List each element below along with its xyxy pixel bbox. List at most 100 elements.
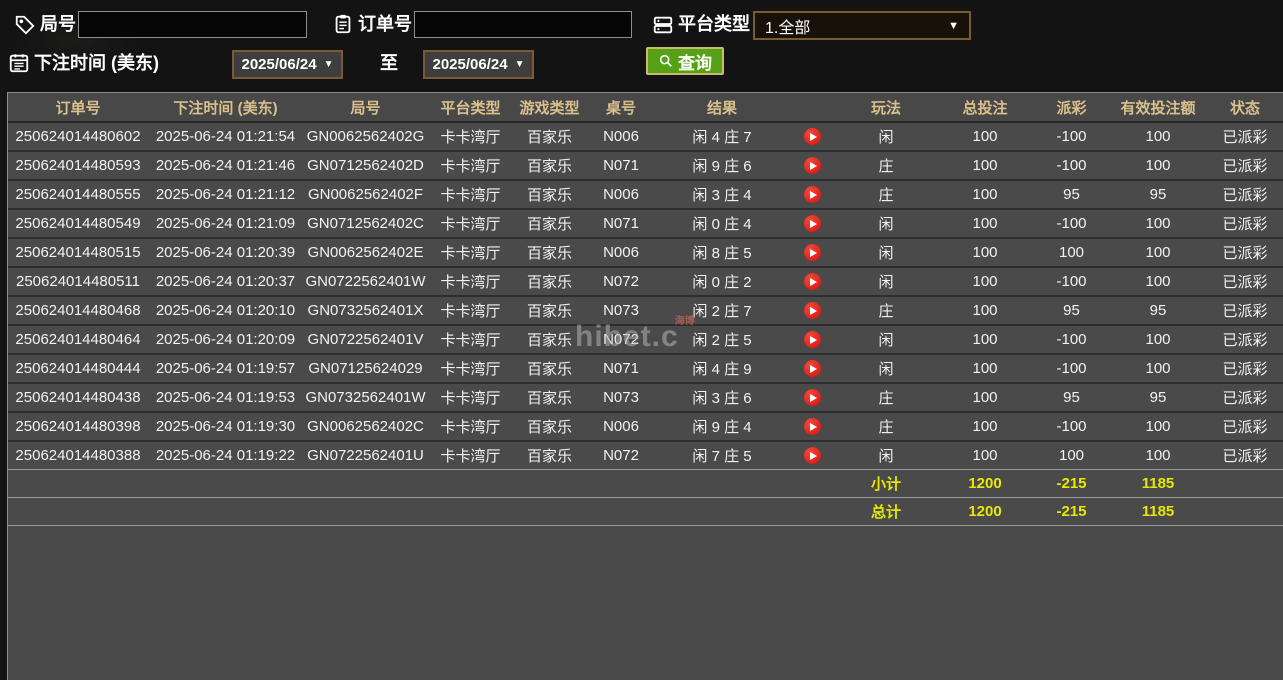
table-row: 250624014480468 2025-06-24 01:20:10 GN07… xyxy=(8,295,1283,325)
cell-valid-bet: 100 xyxy=(1109,411,1207,441)
cell-valid-bet: 95 xyxy=(1109,295,1207,325)
cell-bet-time: 2025-06-24 01:20:39 xyxy=(148,237,303,267)
cell-bet-time: 2025-06-24 01:20:10 xyxy=(148,295,303,325)
cell-result: 闲 3 庄 4 xyxy=(656,179,788,209)
cell-order-id: 250624014480388 xyxy=(8,440,148,470)
cell-total-bet: 100 xyxy=(936,295,1034,325)
cell-platform: 卡卡湾厅 xyxy=(428,411,513,441)
play-video-button[interactable] xyxy=(803,418,821,436)
cell-order-id: 250624014480549 xyxy=(8,208,148,238)
cell-result: 闲 9 庄 4 xyxy=(656,411,788,441)
cell-total-bet: 100 xyxy=(936,411,1034,441)
col-header-payout: 派彩 xyxy=(1034,93,1109,123)
cell-result: 闲 9 庄 6 xyxy=(656,150,788,180)
round-number-input[interactable] xyxy=(78,11,307,38)
cell-result: 闲 4 庄 7 xyxy=(656,121,788,151)
chevron-down-icon: ▼ xyxy=(323,59,334,70)
table-row: 250624014480464 2025-06-24 01:20:09 GN07… xyxy=(8,324,1283,354)
table-row: 250624014480388 2025-06-24 01:19:22 GN07… xyxy=(8,440,1283,470)
date-from-picker[interactable]: 2025/06/24 ▼ xyxy=(232,50,343,79)
cell-payout: 100 xyxy=(1034,237,1109,267)
cell-result: 闲 4 庄 9 xyxy=(656,353,788,383)
cell-payout: -100 xyxy=(1034,324,1109,354)
play-icon xyxy=(809,364,817,373)
cell-table-no: N073 xyxy=(586,295,656,325)
table-row: 250624014480398 2025-06-24 01:19:30 GN00… xyxy=(8,411,1283,441)
cell-status: 已派彩 xyxy=(1207,324,1283,354)
play-video-button[interactable] xyxy=(803,157,821,175)
play-icon xyxy=(809,393,817,402)
cell-round-id: GN0722562401V xyxy=(303,324,428,354)
cell-order-id: 250624014480515 xyxy=(8,237,148,267)
cell-order-id: 250624014480398 xyxy=(8,411,148,441)
cell-play-type: 庄 xyxy=(836,411,936,441)
subtotal-row: 小计 1200 -215 1185 xyxy=(8,469,1283,498)
table-row: 250624014480444 2025-06-24 01:19:57 GN07… xyxy=(8,353,1283,383)
platform-type-select[interactable]: 1.全部 ▼ xyxy=(753,11,971,40)
table-row: 250624014480438 2025-06-24 01:19:53 GN07… xyxy=(8,382,1283,412)
platform-stack-icon xyxy=(652,14,674,36)
col-header-play-type: 玩法 xyxy=(836,93,936,123)
cell-platform: 卡卡湾厅 xyxy=(428,295,513,325)
cell-valid-bet: 100 xyxy=(1109,440,1207,470)
records-table-container: 订单号 下注时间 (美东) 局号 平台类型 游戏类型 桌号 结果 玩法 总投注 … xyxy=(7,92,1283,680)
cell-game-type: 百家乐 xyxy=(513,353,586,383)
date-to-value: 2025/06/24 xyxy=(432,56,508,73)
col-header-valid-bet: 有效投注额 xyxy=(1109,93,1207,123)
play-video-button[interactable] xyxy=(803,186,821,204)
play-icon xyxy=(809,248,817,257)
cell-order-id: 250624014480511 xyxy=(8,266,148,296)
play-video-button[interactable] xyxy=(803,273,821,291)
records-table: 订单号 下注时间 (美东) 局号 平台类型 游戏类型 桌号 结果 玩法 总投注 … xyxy=(8,93,1283,526)
play-video-button[interactable] xyxy=(803,215,821,233)
clipboard-icon xyxy=(332,13,354,35)
cell-payout: 100 xyxy=(1034,440,1109,470)
cell-play-type: 闲 xyxy=(836,208,936,238)
cell-table-no: N071 xyxy=(586,353,656,383)
cell-table-no: N006 xyxy=(586,121,656,151)
cell-bet-time: 2025-06-24 01:21:46 xyxy=(148,150,303,180)
cell-table-no: N073 xyxy=(586,382,656,412)
cell-valid-bet: 100 xyxy=(1109,121,1207,151)
cell-round-id: GN0712562402D xyxy=(303,150,428,180)
total-total-bet: 1200 xyxy=(936,497,1034,526)
cell-result: 闲 2 庄 7 xyxy=(656,295,788,325)
play-video-button[interactable] xyxy=(803,331,821,349)
order-number-label: 订单号 xyxy=(358,14,412,34)
play-icon xyxy=(809,161,817,170)
cell-total-bet: 100 xyxy=(936,266,1034,296)
play-video-button[interactable] xyxy=(803,389,821,407)
play-icon xyxy=(809,277,817,286)
cell-table-no: N006 xyxy=(586,411,656,441)
cell-play-type: 庄 xyxy=(836,179,936,209)
cell-total-bet: 100 xyxy=(936,353,1034,383)
col-header-order-id: 订单号 xyxy=(8,93,148,123)
cell-video xyxy=(788,179,836,209)
cell-round-id: GN0732562401W xyxy=(303,382,428,412)
cell-result: 闲 8 庄 5 xyxy=(656,237,788,267)
play-video-button[interactable] xyxy=(803,447,821,465)
cell-status: 已派彩 xyxy=(1207,121,1283,151)
cell-play-type: 闲 xyxy=(836,353,936,383)
query-button-label: 查询 xyxy=(678,53,712,73)
cell-platform: 卡卡湾厅 xyxy=(428,208,513,238)
play-video-button[interactable] xyxy=(803,302,821,320)
table-row: 250624014480593 2025-06-24 01:21:46 GN07… xyxy=(8,150,1283,180)
cell-order-id: 250624014480444 xyxy=(8,353,148,383)
col-header-status: 状态 xyxy=(1207,93,1283,123)
cell-play-type: 闲 xyxy=(836,324,936,354)
play-video-button[interactable] xyxy=(803,244,821,262)
platform-type-value: 1.全部 xyxy=(765,19,811,37)
cell-platform: 卡卡湾厅 xyxy=(428,440,513,470)
cell-round-id: GN0062562402E xyxy=(303,237,428,267)
play-video-button[interactable] xyxy=(803,360,821,378)
cell-round-id: GN07125624029 xyxy=(303,353,428,383)
cell-game-type: 百家乐 xyxy=(513,440,586,470)
cell-bet-time: 2025-06-24 01:19:22 xyxy=(148,440,303,470)
play-video-button[interactable] xyxy=(803,128,821,146)
date-to-picker[interactable]: 2025/06/24 ▼ xyxy=(423,50,534,79)
order-number-input[interactable] xyxy=(414,11,632,38)
play-icon xyxy=(809,190,817,199)
cell-platform: 卡卡湾厅 xyxy=(428,382,513,412)
query-button[interactable]: 查询 xyxy=(646,47,724,75)
